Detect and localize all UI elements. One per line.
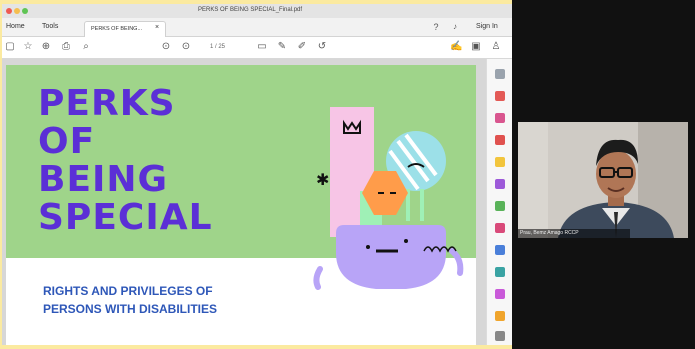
menu-tools[interactable]: Tools (42, 23, 58, 30)
slide-subtitle-line: PERSONS WITH DISABILITIES (43, 302, 218, 316)
slide-subtitle: RIGHTS AND PRIVILEGES OF PERSONS WITH DI… (43, 282, 293, 318)
edit-pdf-icon[interactable] (495, 113, 505, 123)
tools-sidebar (486, 59, 512, 345)
maximize-window-button[interactable] (22, 8, 28, 14)
slide-title: PERKS OF BEING SPECIAL (38, 85, 268, 237)
protect-icon[interactable] (495, 245, 505, 255)
tab-document[interactable]: PERKS OF BEING... × (84, 21, 166, 37)
highlight-icon[interactable]: ✐ (296, 41, 308, 53)
tab-close-icon[interactable]: × (155, 24, 159, 31)
help-icon[interactable]: ? (430, 21, 442, 33)
redact-icon[interactable] (495, 223, 505, 233)
video-call-panel: Prau, Bemz Amago RCCP (512, 0, 695, 349)
comment-icon[interactable]: ▭ (256, 41, 268, 53)
close-window-button[interactable] (6, 8, 12, 14)
sparkle-doodle: ✱ (316, 170, 329, 189)
purple-blob-eye (404, 239, 408, 243)
create-pdf-icon[interactable] (495, 135, 505, 145)
slide-subtitle-line: RIGHTS AND PRIVILEGES OF (43, 284, 213, 298)
sign-in-button[interactable]: Sign In (476, 23, 498, 30)
undo-icon[interactable]: ↺ (316, 41, 328, 53)
character-illustration: ✱ (313, 107, 464, 290)
title-bar: PERKS OF BEING SPECIAL_Final.pdf (2, 4, 512, 18)
participant-video-tile[interactable] (518, 122, 688, 238)
more-tools-icon[interactable] (495, 311, 505, 321)
upload-icon[interactable]: ⊕ (40, 41, 52, 53)
fill-sign-icon[interactable] (495, 289, 505, 299)
account-icon[interactable]: ♙ (490, 41, 502, 53)
participant-avatar (518, 122, 688, 238)
slide-title-line: PERKS (38, 83, 176, 124)
slide-title-line: SPECIAL (38, 197, 213, 238)
combine-icon[interactable] (495, 179, 505, 189)
sign-icon[interactable]: ✍ (450, 41, 462, 53)
blue-leg-right (420, 189, 424, 221)
participant-name-tag: Prau, Bemz Amago RCCP (518, 229, 630, 238)
notification-icon[interactable]: ♪ (449, 21, 461, 33)
tab-label: PERKS OF BEING... (91, 26, 143, 32)
organize-icon[interactable] (495, 201, 505, 211)
print-icon[interactable]: ⎙ (60, 41, 72, 53)
optimize-icon[interactable] (495, 267, 505, 277)
comment-icon[interactable] (495, 157, 505, 167)
menu-home[interactable]: Home (6, 23, 25, 30)
pen-icon[interactable]: ✎ (276, 41, 288, 53)
menu-bar: Home Tools PERKS OF BEING... × ? ♪ Sign … (2, 18, 512, 37)
page-indicator[interactable]: 1 / 25 (210, 44, 225, 50)
pdf-page: PERKS OF BEING SPECIAL RIGHTS AND PRIVIL… (6, 65, 476, 345)
minimize-window-button[interactable] (14, 8, 20, 14)
purple-blob-shape (328, 225, 446, 289)
purple-blob-eye (366, 245, 370, 249)
star-icon[interactable]: ☆ (22, 41, 34, 53)
window-title: PERKS OF BEING SPECIAL_Final.pdf (198, 7, 303, 13)
slide-title-line: BEING (38, 159, 169, 200)
page-down-icon[interactable]: ⊙ (180, 41, 192, 53)
share-icon[interactable]: ▣ (470, 41, 482, 53)
page-up-icon[interactable]: ⊙ (160, 41, 172, 53)
zoom-icon[interactable]: ⌕ (80, 41, 92, 53)
pdf-viewer-window: PERKS OF BEING SPECIAL_Final.pdf Home To… (2, 4, 512, 345)
export-pdf-icon[interactable] (495, 91, 505, 101)
search-icon[interactable] (495, 69, 505, 79)
collapse-sidebar-icon[interactable] (495, 331, 505, 341)
slide-title-line: OF (38, 121, 96, 162)
toolbar: ▢ ☆ ⊕ ⎙ ⌕ ⊙ ⊙ 1 / 25 ▭ ✎ ✐ ↺ ✍ ▣ ♙ (2, 37, 512, 59)
document-view[interactable]: PERKS OF BEING SPECIAL RIGHTS AND PRIVIL… (2, 59, 486, 345)
save-icon[interactable]: ▢ (4, 41, 16, 53)
